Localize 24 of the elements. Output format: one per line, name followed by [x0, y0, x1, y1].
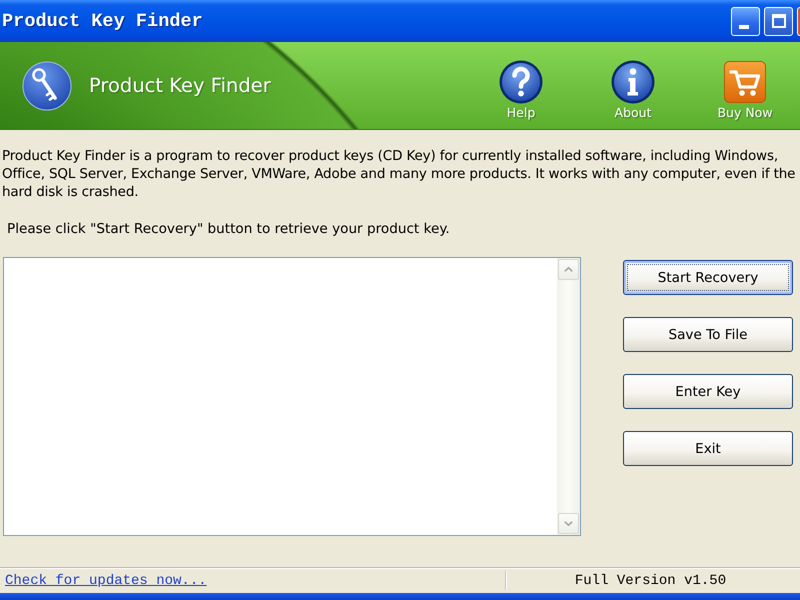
app-name: Product Key Finder [89, 74, 271, 97]
instruction-text: Please click "Start Recovery" button to retrieve your product key. [6, 220, 451, 238]
start-recovery-button[interactable]: Start Recovery [623, 260, 793, 295]
scroll-up-button[interactable] [558, 259, 579, 280]
minimize-icon [739, 24, 749, 28]
save-to-file-button[interactable]: Save To File [623, 317, 793, 352]
info-icon [611, 60, 655, 104]
version-label: Full Version v1.50 [574, 572, 726, 588]
description-text: Product Key Finder is a program to recover product keys (CD Key) for currently installed software, including Windows, Office, SQL Server, Exchange Server, VMWare, Adobe and many more products. It works with any computer, even if the hard disk is crashed. [1, 147, 796, 201]
chevron-up-icon [564, 267, 573, 272]
close-button[interactable] [797, 6, 800, 36]
key-icon [22, 60, 72, 110]
exit-button[interactable]: Exit [623, 431, 793, 466]
window-title: Product Key Finder [1, 10, 203, 32]
check-updates-link[interactable]: Check for updates now... [5, 572, 207, 588]
cart-icon [724, 61, 766, 103]
maximize-icon [772, 14, 786, 28]
scroll-down-button[interactable] [558, 513, 579, 534]
maximize-button[interactable] [764, 6, 793, 36]
question-mark-icon [499, 60, 543, 104]
minimize-button[interactable] [731, 6, 760, 36]
vertical-scrollbar[interactable] [557, 258, 580, 535]
chevron-down-icon [564, 521, 573, 526]
enter-key-button[interactable]: Enter Key [623, 374, 793, 409]
